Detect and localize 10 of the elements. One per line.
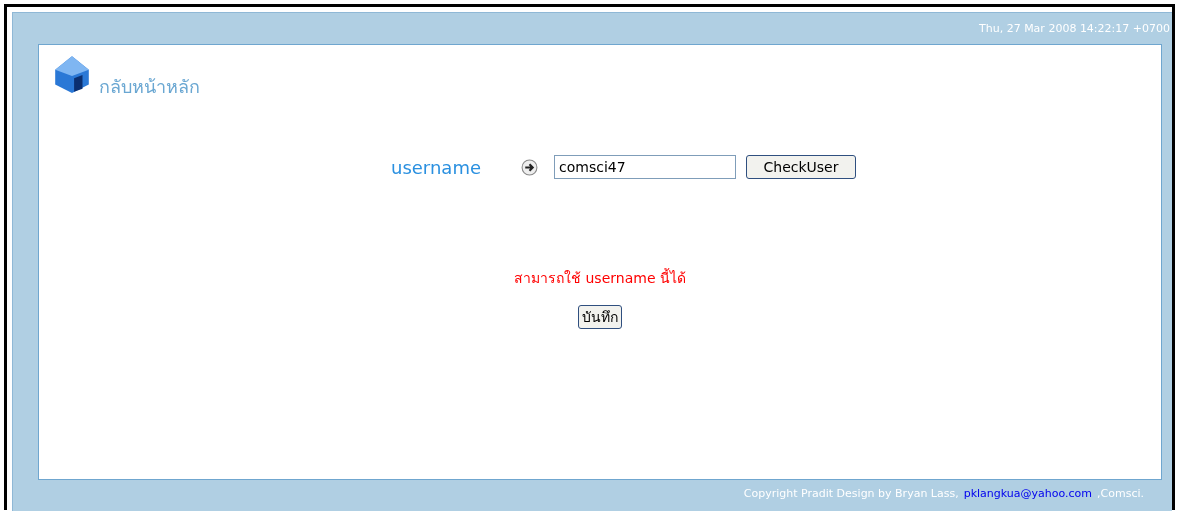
footer-suffix: ,Comsci. (1097, 486, 1144, 500)
save-button[interactable]: บันทึก (578, 305, 622, 329)
username-field[interactable]: comsci47 (554, 155, 736, 179)
arrow-right-icon (521, 158, 538, 176)
date-time: Thu, 27 Mar 2008 14:22:17 +0700 (979, 22, 1170, 35)
email-link[interactable]: pklangkua@yahoo.com (963, 486, 1093, 500)
copyright-text: Copyright Pradit Design by Bryan Lass, (743, 486, 959, 500)
check-user-button[interactable]: CheckUser (746, 155, 856, 179)
availability-message: สามารถใช้ username นี้ได้ (513, 267, 687, 288)
username-label: username (391, 156, 482, 178)
